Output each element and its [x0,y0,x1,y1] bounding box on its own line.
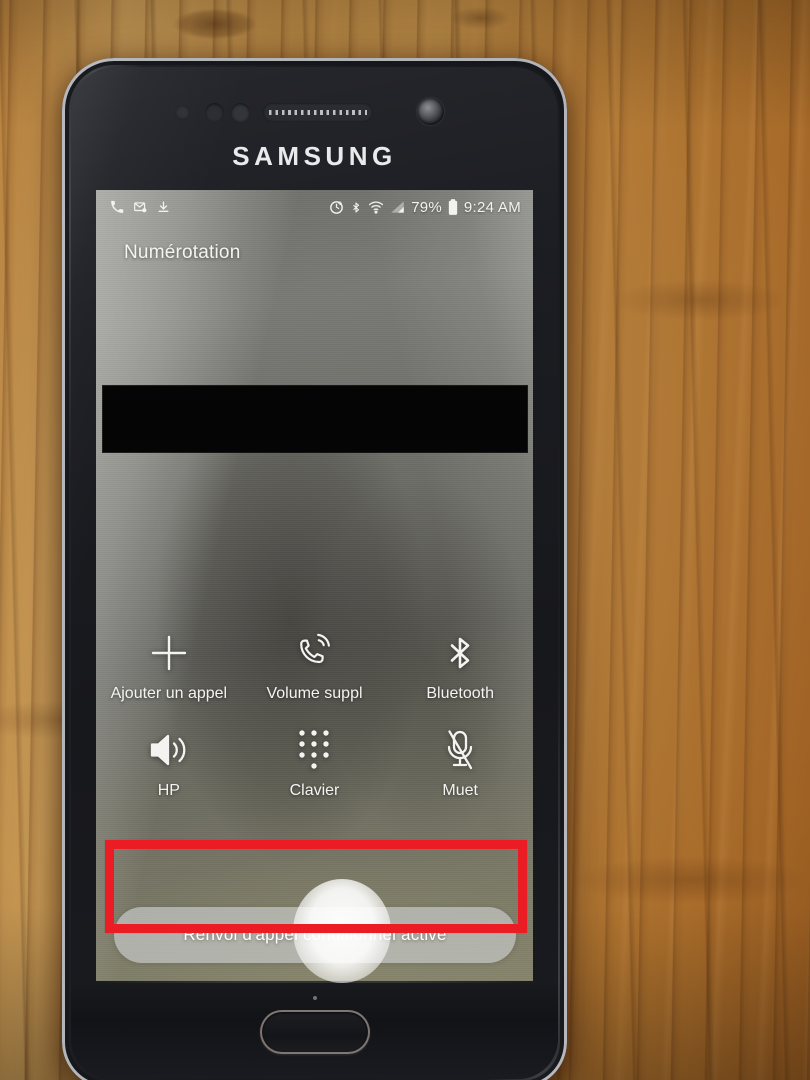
home-button[interactable] [259,1010,370,1054]
speaker-icon [147,727,191,773]
proximity-sensor-icon [175,105,190,120]
action-label: Volume suppl [266,685,363,702]
phone-screen: 79% 9:24 AM Numérotation Ajouter un appe… [96,190,533,990]
phone-bottom-bezel [71,981,558,1079]
in-call-actions-grid: Ajouter un appel Volume suppl Bluetooth … [96,630,533,801]
action-label: Muet [442,782,478,800]
phone-front-glass: SAMSUNG 79% 9:24 AM Numérotation Ajouter… [71,67,558,1079]
action-label: HP [157,782,180,800]
action-bluetooth[interactable]: Bluetooth [387,630,533,703]
action-label: Ajouter un appel [110,685,228,702]
battery-percent-label: 79% [411,198,442,216]
mic-off-icon [442,727,478,773]
plus-icon [147,630,191,676]
bezel-dot [312,996,317,1000]
screen-reflection-overlay [96,190,533,990]
missed-call-icon [110,200,124,214]
mms-settings-icon [133,200,148,214]
wifi-icon [368,200,384,214]
earpiece-grille [269,110,367,115]
samsung-logo: SAMSUNG [232,141,397,171]
download-icon [157,200,170,214]
status-bar: 79% 9:24 AM [96,190,533,224]
light-sensor-icon [231,103,250,122]
action-mute[interactable]: Muet [387,727,533,800]
action-label: Bluetooth [426,685,494,702]
screen-noise-overlay [96,190,533,990]
action-label: Clavier [289,782,340,800]
bluetooth-icon [443,630,477,676]
bluetooth-icon [350,200,362,215]
samsung-phone-device: SAMSUNG 79% 9:24 AM Numérotation Ajouter… [62,58,567,1080]
front-camera-icon [417,98,444,125]
phone-volume-icon [293,630,335,676]
action-add-call[interactable]: Ajouter un appel [96,630,242,703]
signal-icon [390,200,405,214]
action-extra-volume[interactable]: Volume suppl [242,630,388,703]
status-bar-right-icons: 79% 9:24 AM [329,199,521,216]
toast-message-text: Renvoi d'appel conditionnel activé [183,925,447,944]
action-speaker[interactable]: HP [96,727,242,800]
action-keypad[interactable]: Clavier [242,727,388,800]
bezel-edge-line [89,981,540,983]
status-bar-clock: 9:24 AM [463,198,521,216]
page-title: Numérotation [124,242,241,263]
toast-notification: Renvoi d'appel conditionnel activé [114,907,516,963]
iris-sensor-icon [205,103,224,122]
redacted-phone-number [103,386,527,452]
earpiece-speaker [263,103,373,122]
alarm-add-icon [329,200,344,215]
dialpad-icon [295,727,333,773]
battery-icon [448,199,458,215]
status-bar-left-icons [110,200,170,214]
